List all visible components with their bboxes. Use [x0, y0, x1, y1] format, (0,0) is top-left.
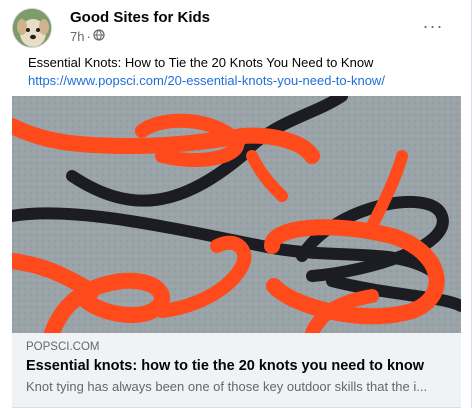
page-name-link[interactable]: Good Sites for Kids [70, 9, 210, 26]
more-options-icon[interactable]: ··· [421, 14, 445, 38]
post-time[interactable]: 7h [70, 29, 84, 44]
post-text: Essential Knots: How to Tie the 20 Knots… [28, 55, 374, 70]
preview-title[interactable]: Essential knots: how to tie the 20 knots… [26, 358, 424, 374]
preview-domain: POPSCI.COM [26, 341, 100, 353]
link-preview-image[interactable] [12, 96, 461, 333]
meta-separator: · [86, 29, 91, 44]
globe-icon [93, 29, 105, 44]
preview-description: Knot tying has always been one of those … [26, 379, 428, 394]
post-link[interactable]: https://www.popsci.com/20-essential-knot… [28, 73, 385, 88]
post-card: Good Sites for Kids 7h · ··· Essential K… [0, 0, 472, 408]
link-preview[interactable]: POPSCI.COM Essential knots: how to tie t… [12, 333, 461, 408]
post-meta: 7h · [70, 29, 105, 44]
page-avatar[interactable] [12, 8, 52, 48]
